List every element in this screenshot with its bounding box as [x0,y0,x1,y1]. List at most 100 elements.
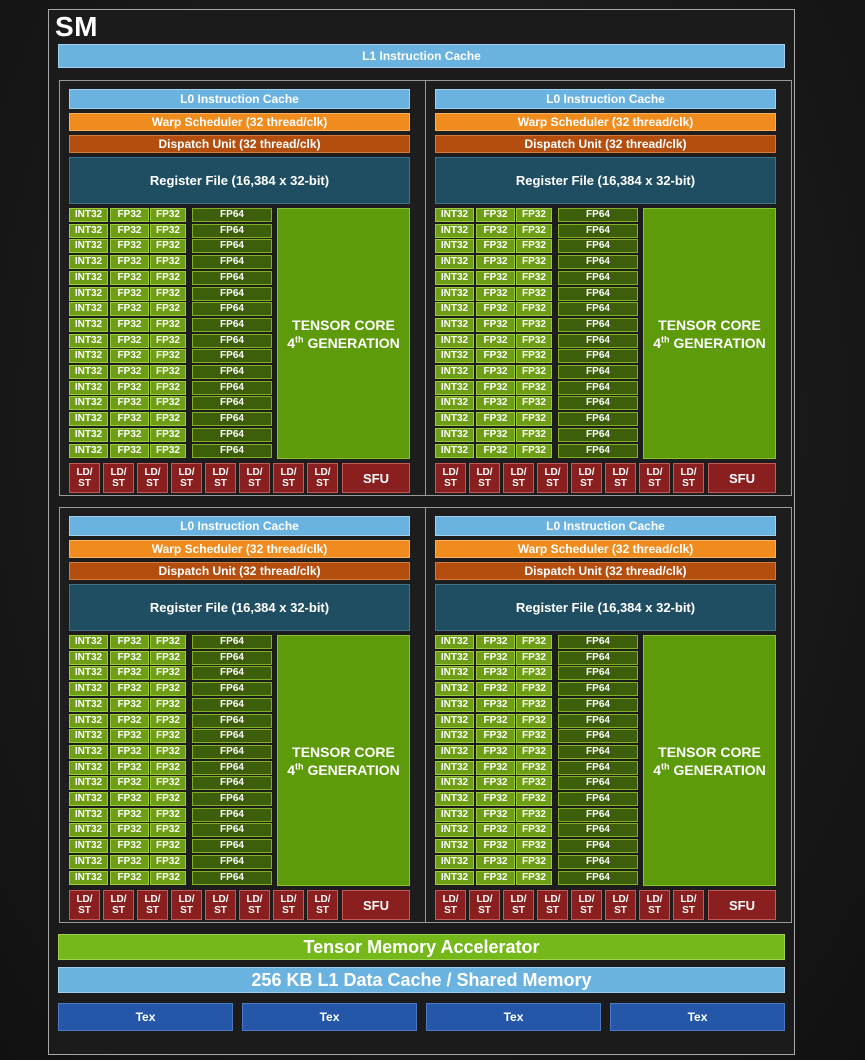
fp32-core: FP32 [476,302,515,316]
int32-core: INT32 [69,666,108,680]
fp64-core: FP64 [558,808,638,822]
fp32-core: FP32 [516,666,552,680]
fp64-core: FP64 [558,698,638,712]
ld-label: LD/ [110,894,126,905]
fp64-core: FP64 [192,871,272,885]
fp32-core: FP32 [516,761,552,775]
int32-core: INT32 [435,224,474,238]
fp32-core: FP32 [110,698,149,712]
fp64-core: FP64 [558,745,638,759]
fp32-core: FP32 [476,729,515,743]
fp32-core: FP32 [476,745,515,759]
register-file: Register File (16,384 x 32-bit) [435,584,776,631]
warp-scheduler: Warp Scheduler (32 thread/clk) [69,113,410,131]
fp32-core: FP32 [150,651,186,665]
fp32-core: FP32 [150,714,186,728]
tensor-core-ordinal: 4 [287,762,295,778]
fp64-core: FP64 [192,855,272,869]
fp32-core: FP32 [516,808,552,822]
l0-instruction-cache: L0 Instruction Cache [435,89,776,109]
st-label: ST [248,478,261,489]
fp64-core: FP64 [558,255,638,269]
ld-label: LD/ [144,894,160,905]
int32-core: INT32 [69,224,108,238]
tex-unit: Tex [58,1003,233,1031]
fp32-core: FP32 [110,651,149,665]
tensor-core-ordinal-suffix: th [661,334,670,344]
fp32-core: FP32 [516,381,552,395]
int32-core: INT32 [69,318,108,332]
warp-scheduler: Warp Scheduler (32 thread/clk) [435,540,776,558]
ld-label: LD/ [314,894,330,905]
tensor-core-ordinal-suffix: th [295,761,304,771]
sm-partition: L0 Instruction CacheWarp Scheduler (32 t… [59,80,426,496]
fp32-core: FP32 [476,208,515,222]
int32-core: INT32 [435,255,474,269]
fp32-core: FP32 [150,729,186,743]
fp32-core: FP32 [516,428,552,442]
fp32-core: FP32 [476,651,515,665]
tensor-core-label: TENSOR CORE [658,316,761,334]
st-label: ST [112,905,125,916]
ld-st-unit: LD/ST [571,890,602,920]
ld-st-unit: LD/ST [205,463,236,493]
fp64-core: FP64 [558,761,638,775]
ld-label: LD/ [476,894,492,905]
fp32-core: FP32 [110,271,149,285]
int32-core: INT32 [435,745,474,759]
fp32-core: FP32 [516,412,552,426]
st-label: ST [512,478,525,489]
fp64-core: FP64 [558,666,638,680]
int32-core: INT32 [435,302,474,316]
ld-st-unit: LD/ST [171,890,202,920]
fp32-core: FP32 [150,302,186,316]
int32-core: INT32 [69,823,108,837]
tensor-core-label: TENSOR CORE [292,316,395,334]
ld-label: LD/ [680,467,696,478]
int32-core: INT32 [69,871,108,885]
st-label: ST [546,905,559,916]
l1-instruction-cache: L1 Instruction Cache [58,44,785,68]
int32-core: INT32 [69,635,108,649]
fp32-core: FP32 [110,808,149,822]
dispatch-unit: Dispatch Unit (32 thread/clk) [435,135,776,153]
ld-label: LD/ [110,467,126,478]
int32-core: INT32 [69,855,108,869]
tensor-core-ordinal: 4 [653,335,661,351]
fp32-core: FP32 [476,714,515,728]
int32-core: INT32 [435,208,474,222]
tex-unit: Tex [610,1003,785,1031]
int32-core: INT32 [435,839,474,853]
tensor-core-generation-label: GENERATION [673,335,765,351]
fp32-core: FP32 [476,428,515,442]
fp64-core: FP64 [192,823,272,837]
ld-label: LD/ [76,894,92,905]
int32-core: INT32 [69,839,108,853]
fp32-core: FP32 [110,635,149,649]
fp64-core: FP64 [558,635,638,649]
sfu-unit: SFU [342,890,410,920]
fp64-core: FP64 [192,412,272,426]
register-file: Register File (16,384 x 32-bit) [435,157,776,204]
tensor-core-generation: 4th GENERATION [287,761,400,779]
fp64-core: FP64 [558,651,638,665]
ld-label: LD/ [442,894,458,905]
fp32-core: FP32 [516,855,552,869]
st-label: ST [180,478,193,489]
fp64-core: FP64 [192,255,272,269]
ld-st-unit: LD/ST [469,463,500,493]
ld-label: LD/ [144,467,160,478]
fp64-core: FP64 [192,396,272,410]
int32-core: INT32 [435,651,474,665]
ld-st-unit: LD/ST [103,463,134,493]
ld-label: LD/ [280,894,296,905]
fp32-core: FP32 [476,271,515,285]
ld-st-unit: LD/ST [605,890,636,920]
tensor-core-generation-label: GENERATION [673,762,765,778]
int32-core: INT32 [69,255,108,269]
ld-label: LD/ [544,894,560,905]
st-label: ST [478,905,491,916]
fp32-core: FP32 [476,839,515,853]
int32-core: INT32 [69,428,108,442]
fp32-core: FP32 [516,792,552,806]
